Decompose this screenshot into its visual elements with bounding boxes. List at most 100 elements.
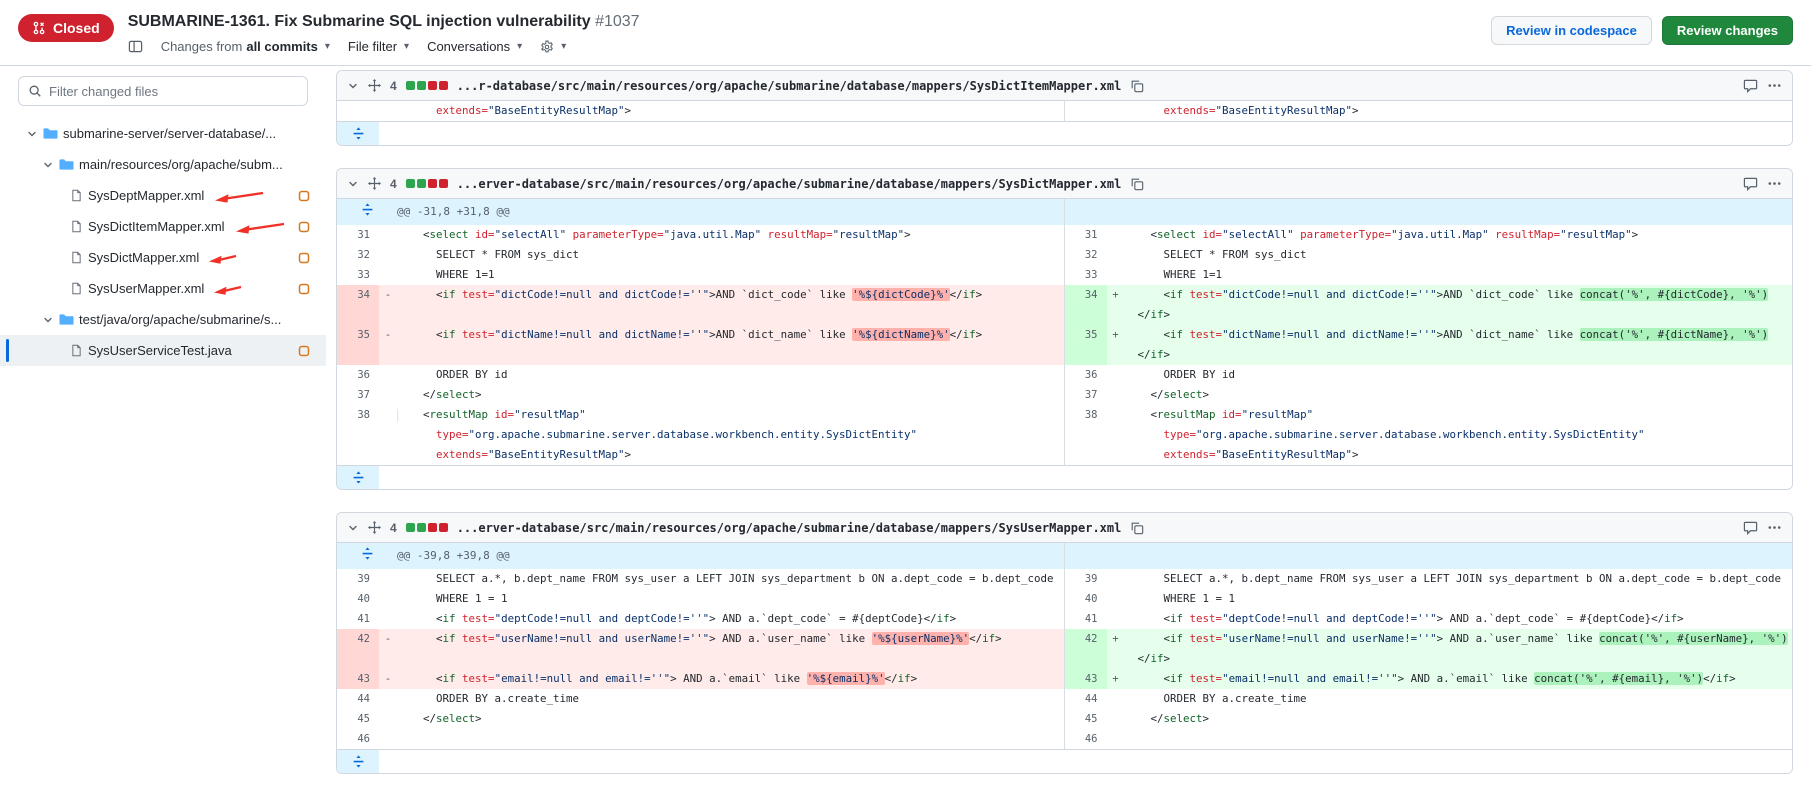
- hunk-header-row: @@ -39,8 +39,8 @@: [337, 543, 1792, 569]
- tree-folder-row[interactable]: main/resources/org/apache/subm...: [0, 149, 326, 180]
- file-filter-dropdown[interactable]: File filter: [348, 39, 409, 54]
- file-header: 4 ...r-database/src/main/resources/org/ap…: [337, 71, 1792, 101]
- diff-row: 35- <if test="dictName!=null and dictNam…: [337, 325, 1792, 365]
- diff-marker: -: [379, 669, 397, 689]
- collapse-file-icon[interactable]: [347, 178, 359, 190]
- comment-icon[interactable]: [1743, 176, 1758, 191]
- code-line: </select>: [1125, 709, 1793, 729]
- line-number: 36: [1065, 365, 1107, 385]
- expand-bar: [337, 465, 1792, 489]
- code-line: WHERE 1=1: [1125, 265, 1793, 285]
- comment-icon[interactable]: [1743, 78, 1758, 93]
- modified-file-icon: [298, 221, 310, 233]
- tree-file-row[interactable]: SysUserServiceTest.java: [0, 335, 326, 366]
- tree-file-row[interactable]: SysDictItemMapper.xml: [0, 211, 326, 242]
- status-badge: Closed: [18, 14, 114, 42]
- pr-header: Closed SUBMARINE-1361. Fix Submarine SQL…: [0, 0, 1811, 66]
- folder-icon: [59, 312, 74, 327]
- status-label: Closed: [53, 20, 100, 36]
- expand-hunk-icon[interactable]: [337, 199, 397, 225]
- diff-row: 38 <resultMap id="resultMap" type="org.a…: [337, 405, 1792, 465]
- diff-row: 46 46: [337, 729, 1792, 749]
- diff-row: 44 ORDER BY a.create_time44 ORDER BY a.c…: [337, 689, 1792, 709]
- modified-file-icon: [298, 190, 310, 202]
- diff-marker: [1107, 569, 1125, 589]
- annotation-arrow: [234, 220, 286, 236]
- diff-file-card: 4...erver-database/src/main/resources/or…: [336, 168, 1793, 490]
- sidebar-toggle-icon[interactable]: [128, 39, 143, 54]
- collapse-file-icon[interactable]: [347, 80, 359, 92]
- code-line: ORDER BY id: [397, 365, 1065, 385]
- line-number: 37: [337, 385, 379, 405]
- diff-row: 34- <if test="dictCode!=null and dictCod…: [337, 285, 1792, 325]
- file-tree-label: SysUserServiceTest.java: [88, 343, 232, 358]
- diffstat: [406, 523, 448, 532]
- chevron-down-icon[interactable]: [42, 314, 54, 326]
- line-number: 43: [337, 669, 379, 689]
- hunk-fill: [1065, 199, 1793, 225]
- kebab-icon[interactable]: [1767, 520, 1782, 535]
- code-line: ORDER BY a.create_time: [397, 689, 1065, 709]
- diff-row: 40 WHERE 1 = 140 WHERE 1 = 1: [337, 589, 1792, 609]
- code-line: [1125, 729, 1793, 749]
- diff-marker: [1107, 385, 1125, 405]
- hunk-header-row: @@ -31,8 +31,8 @@: [337, 199, 1792, 225]
- drag-move-icon[interactable]: [368, 79, 381, 92]
- search-icon: [28, 84, 42, 103]
- diff-marker: [379, 569, 397, 589]
- code-line: WHERE 1 = 1: [397, 589, 1065, 609]
- expand-diff-icon[interactable]: [337, 750, 379, 773]
- expand-bar: [337, 121, 1792, 145]
- file-path: ...r-database/src/main/resources/org/apa…: [457, 79, 1122, 93]
- review-in-codespace-button[interactable]: Review in codespace: [1491, 16, 1652, 45]
- diffstat-square: [417, 179, 426, 188]
- drag-move-icon[interactable]: [368, 177, 381, 190]
- code-line: <if test="dictCode!=null and dictCode!='…: [1125, 285, 1793, 325]
- code-line: </select>: [397, 709, 1065, 729]
- diff-marker: [1107, 405, 1125, 465]
- expand-diff-icon[interactable]: [337, 466, 379, 489]
- copy-path-icon[interactable]: [1130, 79, 1144, 93]
- modified-file-icon: [298, 283, 310, 295]
- collapse-file-icon[interactable]: [347, 522, 359, 534]
- changes-count: 4: [390, 79, 397, 93]
- tree-file-row[interactable]: SysUserMapper.xml: [0, 273, 326, 304]
- comment-icon[interactable]: [1743, 520, 1758, 535]
- kebab-icon[interactable]: [1767, 78, 1782, 93]
- diffstat-square: [406, 523, 415, 532]
- file-tree-label: submarine-server/server-database/...: [63, 126, 276, 141]
- diff-marker: +: [1107, 669, 1125, 689]
- copy-path-icon[interactable]: [1130, 177, 1144, 191]
- drag-move-icon[interactable]: [368, 521, 381, 534]
- chevron-down-icon[interactable]: [26, 128, 38, 140]
- code-line: [397, 729, 1065, 749]
- kebab-icon[interactable]: [1767, 176, 1782, 191]
- code-line: WHERE 1 = 1: [1125, 589, 1793, 609]
- review-changes-button[interactable]: Review changes: [1662, 16, 1793, 45]
- diff-marker: [379, 709, 397, 729]
- diffstat-square: [406, 81, 415, 90]
- code-line: <if test="email!=null and email!=''"> AN…: [397, 669, 1065, 689]
- tree-folder-row[interactable]: test/java/org/apache/submarine/s...: [0, 304, 326, 335]
- code-line: <if test="userName!=null and userName!='…: [1125, 629, 1793, 669]
- file-tree-label: test/java/org/apache/submarine/s...: [79, 312, 281, 327]
- copy-path-icon[interactable]: [1130, 521, 1144, 535]
- filter-changed-files-input[interactable]: [18, 76, 308, 106]
- line-number: 31: [337, 225, 379, 245]
- line-number: 38: [337, 405, 379, 465]
- diff-settings-dropdown[interactable]: [540, 40, 566, 54]
- conversations-dropdown[interactable]: Conversations: [427, 39, 522, 54]
- diff-marker: [379, 365, 397, 385]
- line-number: 33: [1065, 265, 1107, 285]
- chevron-down-icon[interactable]: [42, 159, 54, 171]
- tree-file-row[interactable]: SysDictMapper.xml: [0, 242, 326, 273]
- diff-marker: [1107, 709, 1125, 729]
- commits-filter-dropdown[interactable]: Changes from all commits: [161, 39, 330, 54]
- diff-marker: [379, 689, 397, 709]
- expand-hunk-icon[interactable]: [337, 543, 397, 569]
- diff-marker: [1107, 365, 1125, 385]
- tree-folder-row[interactable]: submarine-server/server-database/...: [0, 118, 326, 149]
- expand-diff-icon[interactable]: [337, 122, 379, 145]
- tree-file-row[interactable]: SysDeptMapper.xml: [0, 180, 326, 211]
- gear-icon: [540, 40, 554, 54]
